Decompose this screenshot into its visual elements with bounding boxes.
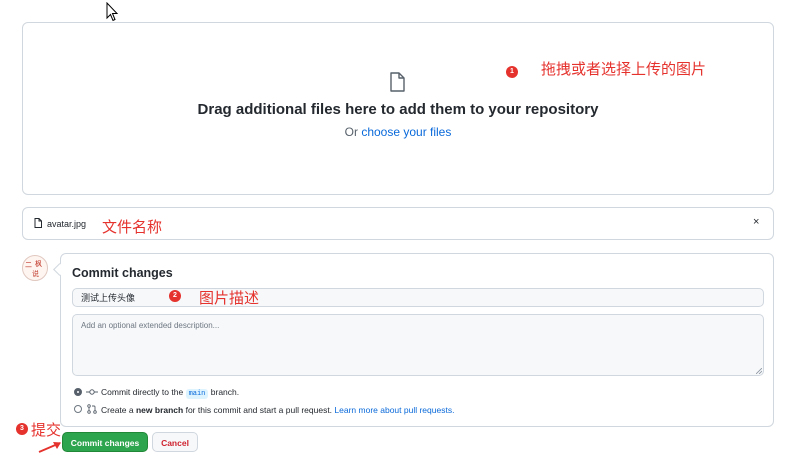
cancel-button[interactable]: Cancel [152, 432, 198, 452]
resize-grip-icon[interactable] [756, 368, 762, 374]
commit-changes-button[interactable]: Commit changes [62, 432, 148, 452]
annotation-arrow-icon [38, 442, 61, 453]
annotation-label-3: 提交 [31, 422, 62, 439]
file-name: avatar.jpg [47, 219, 87, 229]
annotation-label-1: 拖拽或者选择上传的图片 [541, 61, 707, 78]
commit-description-input[interactable] [72, 314, 764, 376]
annotation-marker-2: 2 [169, 290, 181, 302]
mouse-cursor-icon [106, 2, 119, 22]
learn-more-link[interactable]: Learn more about pull requests. [334, 405, 454, 415]
annotation-label-2: 图片描述 [199, 290, 260, 307]
annotation-marker-3: 3 [16, 423, 28, 435]
new-branch-label: Create a new branch for this commit and … [101, 405, 455, 415]
git-pull-request-icon [87, 404, 97, 414]
new-branch-radio[interactable] [74, 405, 82, 413]
or-text: Or [344, 125, 358, 139]
git-commit-icon [86, 389, 98, 395]
dropzone-subtitle: Or choose your files [22, 125, 774, 139]
commit-title: Commit changes [72, 266, 173, 280]
annotation-file-label: 文件名称 [102, 219, 163, 236]
file-icon [34, 218, 42, 228]
annotation-marker-1: 1 [506, 66, 518, 78]
remove-file-button[interactable]: × [753, 216, 759, 228]
avatar: 二 枫 说 [22, 255, 48, 281]
commit-direct-radio[interactable] [74, 388, 82, 396]
branch-name: main [185, 389, 209, 399]
file-icon [390, 72, 405, 92]
commit-direct-label: Commit directly to the main branch. [101, 387, 240, 399]
dropzone-title: Drag additional files here to add them t… [197, 101, 599, 118]
choose-files-link[interactable]: choose your files [361, 125, 451, 139]
